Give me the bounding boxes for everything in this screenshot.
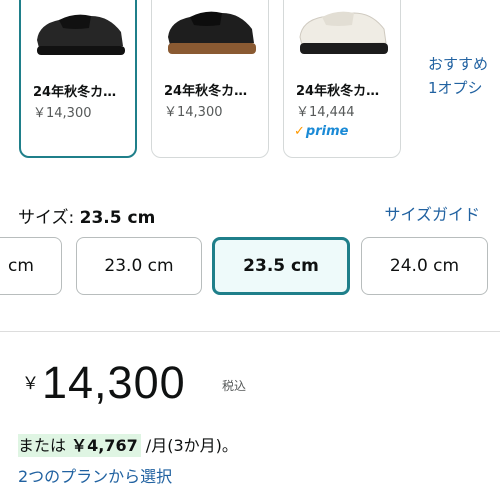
- variant-card-3[interactable]: 24年秋冬カ… ￥14,444 ✓prime: [283, 0, 401, 158]
- variant-price: ￥14,300: [164, 105, 223, 120]
- installment-info: または ￥4,767 /月(3か月)。: [18, 434, 238, 457]
- variant-card-1[interactable]: 24年秋冬カ… ￥14,300: [19, 0, 137, 158]
- tax-note: 税込: [222, 379, 247, 393]
- variant-card-2[interactable]: 24年秋冬カ… ￥14,300: [151, 0, 269, 158]
- prime-badge: ✓prime: [294, 124, 349, 139]
- size-guide-link[interactable]: サイズガイド: [384, 201, 480, 225]
- variant-title: 24年秋冬カ…: [296, 84, 380, 99]
- shoe-image: [37, 14, 125, 55]
- size-option-24-0[interactable]: 24.0 cm: [361, 237, 488, 295]
- shoe-image: [299, 11, 388, 54]
- currency-symbol: ￥: [22, 374, 39, 393]
- shoe-image: [168, 11, 256, 54]
- installment-highlight: または ￥4,767: [18, 434, 141, 457]
- size-option-partial[interactable]: cm: [0, 237, 62, 295]
- size-label: サイズ: 23.5 cm: [18, 208, 156, 228]
- size-option-23-0[interactable]: 23.0 cm: [76, 237, 202, 295]
- price-amount: 14,300: [42, 357, 186, 408]
- size-option-23-5[interactable]: 23.5 cm: [212, 237, 350, 295]
- choose-plan-link[interactable]: 2つのプランから選択: [18, 463, 172, 487]
- selected-size-value: 23.5 cm: [79, 208, 156, 228]
- variant-price: ￥14,444: [296, 105, 355, 120]
- variant-title: 24年秋冬カ…: [33, 85, 117, 100]
- variant-title: 24年秋冬カ…: [164, 84, 248, 99]
- more-options-link[interactable]: おすすめ 1オプシ: [428, 52, 488, 100]
- divider: [0, 331, 500, 332]
- variant-price: ￥14,300: [33, 106, 92, 121]
- check-icon: ✓: [294, 124, 305, 139]
